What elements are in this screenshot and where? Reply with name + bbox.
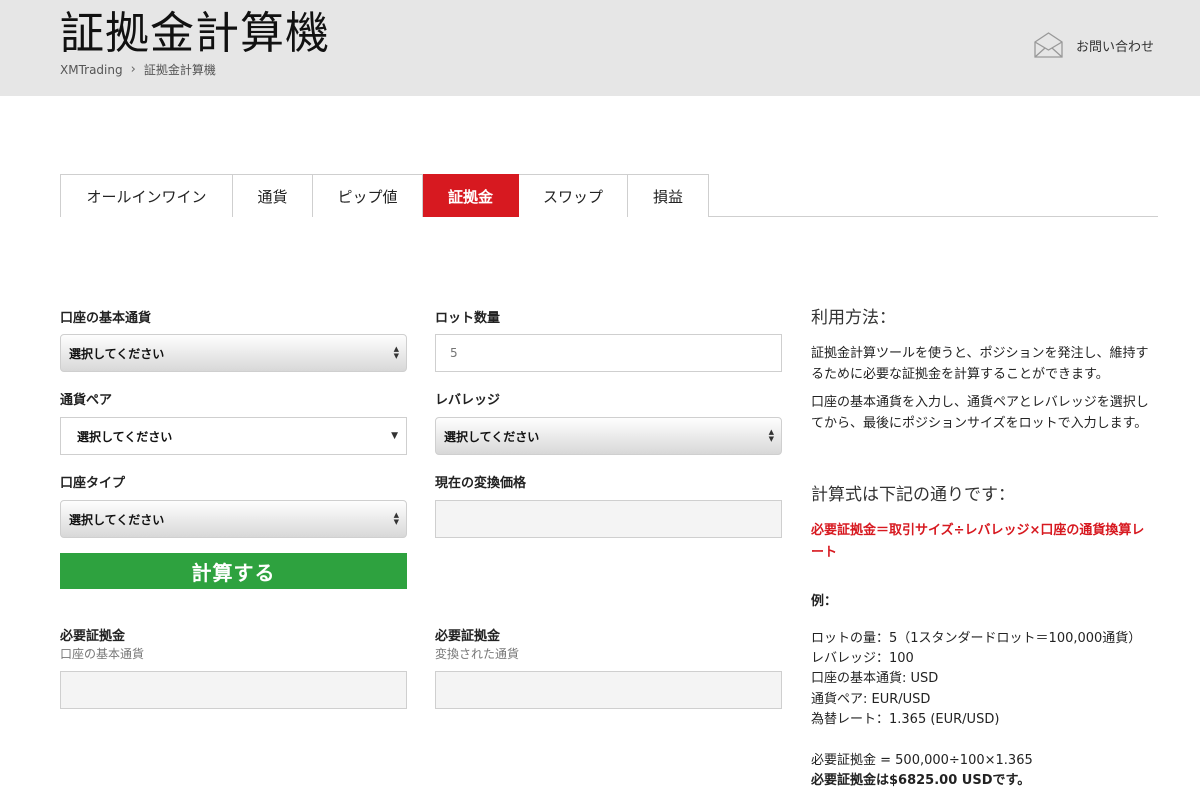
updown-arrows-icon: ▲ ▼ — [393, 511, 399, 526]
updown-arrows-icon: ▲ ▼ — [393, 345, 399, 360]
formula-heading: 計算式は下記の通りです： — [811, 485, 1015, 505]
tab-swap[interactable]: スワップ — [519, 174, 628, 217]
currency-pair-select-value: 選択してください — [77, 429, 173, 444]
usage-paragraph-2: 口座の基本通貨を入力し、通貨ペアとレバレッジを選択してから、最後にポジションサイ… — [811, 395, 1149, 431]
example-line: 通貨ペア: EUR/USD — [811, 691, 931, 707]
current-rate-label: 現在の変換価格 — [435, 476, 527, 491]
base-currency-select[interactable]: 選択してください ▲ ▼ — [60, 334, 407, 372]
margin-converted-sublabel: 変換された通貨 — [435, 647, 520, 661]
margin-converted-label: 必要証拠金 — [435, 629, 501, 644]
base-currency-label: 口座の基本通貨 — [60, 311, 152, 326]
tab-margin[interactable]: 証拠金 — [423, 174, 519, 217]
envelope-icon — [1034, 32, 1063, 58]
example-line: レバレッジ：100 — [811, 651, 914, 667]
example-line: ロットの量：5（1スタンダードロット＝100,000通貨） — [811, 631, 1142, 646]
example-result-calculation: 必要証拠金 = 500,000÷100×1.365 — [811, 753, 1033, 768]
account-type-label: 口座タイプ — [60, 476, 126, 491]
breadcrumb: XMTrading › 証拠金計算機 — [60, 61, 216, 78]
usage-paragraph-1: 証拠金計算ツールを使うと、ポジションを発注し、維持するために必要な証拠金を計算す… — [811, 346, 1149, 382]
page-header: 証拠金計算機 XMTrading › 証拠金計算機 お問い合わせ — [0, 0, 1200, 96]
formula-text: 必要証拠金＝取引サイズ÷レバレッジ×口座の通貨換算レート — [811, 523, 1145, 560]
base-currency-select-value: 選択してください — [69, 346, 165, 361]
caret-down-icon: ▼ — [391, 431, 398, 441]
example-label: 例： — [811, 594, 838, 609]
currency-pair-select[interactable]: 選択してください ▼ — [60, 417, 407, 455]
calculate-button[interactable]: 計算する — [60, 553, 407, 589]
lot-size-input[interactable] — [435, 334, 782, 372]
example-list: ロットの量：5（1スタンダードロット＝100,000通貨） レバレッジ：100 … — [811, 629, 1141, 730]
account-type-select-value: 選択してください — [69, 512, 165, 527]
leverage-select[interactable]: 選択してください ▲ ▼ — [435, 417, 782, 455]
leverage-select-value: 選択してください — [444, 429, 540, 444]
lot-size-label: ロット数量 — [435, 311, 501, 326]
tab-profit-loss[interactable]: 損益 — [628, 174, 709, 217]
tab-pip-value[interactable]: ピップ値 — [313, 174, 423, 217]
account-type-select[interactable]: 選択してください ▲ ▼ — [60, 500, 407, 538]
currency-pair-label: 通貨ペア — [60, 393, 113, 408]
margin-base-label: 必要証拠金 — [60, 629, 126, 644]
example-line: 為替レート：1.365 (EUR/USD) — [811, 711, 1000, 727]
tab-all-in-one[interactable]: オールインワイン — [60, 174, 233, 217]
usage-heading: 利用方法： — [811, 308, 896, 328]
breadcrumb-separator: › — [130, 62, 136, 77]
leverage-label: レバレッジ — [435, 393, 501, 408]
contact-label: お問い合わせ — [1076, 39, 1155, 55]
breadcrumb-current: 証拠金計算機 — [143, 63, 216, 77]
updown-arrows-icon: ▲ ▼ — [768, 428, 774, 443]
page-title: 証拠金計算機 — [60, 8, 330, 59]
example-result: 必要証拠金は$6825.00 USDです。 — [811, 773, 1031, 788]
current-rate-output — [435, 500, 782, 538]
contact-link[interactable]: お問い合わせ — [1034, 32, 1154, 58]
calculator-tabs: オールインワイン 通貨 ピップ値 証拠金 スワップ 損益 — [60, 174, 1158, 217]
tab-currency[interactable]: 通貨 — [233, 174, 313, 217]
breadcrumb-home-link[interactable]: XMTrading — [60, 63, 123, 77]
example-line: 口座の基本通貨: USD — [811, 671, 939, 687]
margin-base-sublabel: 口座の基本通貨 — [60, 647, 145, 661]
margin-converted-output — [435, 671, 782, 709]
margin-base-output — [60, 671, 407, 709]
